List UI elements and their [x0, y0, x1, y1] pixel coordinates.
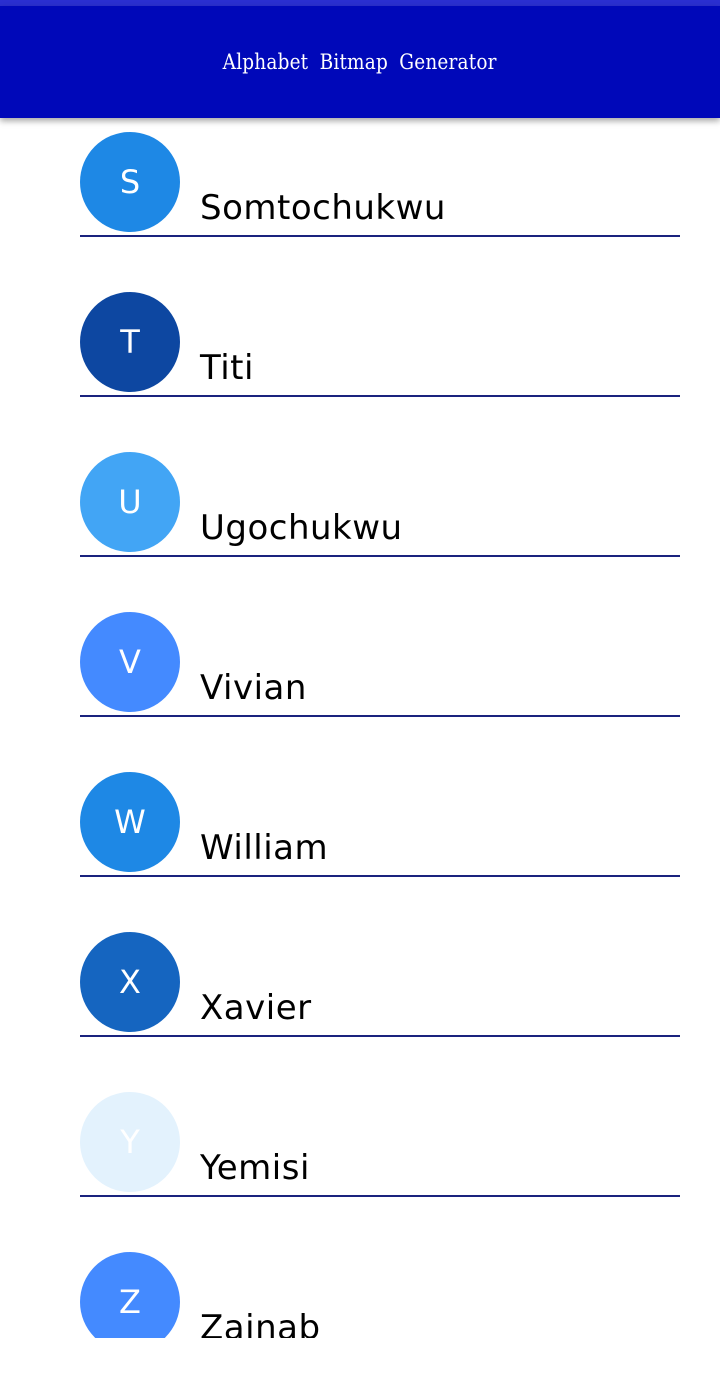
list-item[interactable]: U Ugochukwu — [80, 445, 680, 557]
letter-avatar: Z — [80, 1252, 180, 1338]
contact-name: Zainab — [200, 1308, 321, 1338]
letter-avatar: S — [80, 132, 180, 232]
letter-avatar: V — [80, 612, 180, 712]
letter-avatar: T — [80, 292, 180, 392]
contact-name: William — [200, 828, 329, 868]
letter-avatar: Y — [80, 1092, 180, 1192]
contact-name: Somtochukwu — [200, 188, 446, 228]
list-item[interactable]: V Vivian — [80, 605, 680, 717]
contact-name: Xavier — [200, 988, 312, 1028]
app-title: Alphabet Bitmap Generator — [223, 50, 497, 74]
contact-name: Yemisi — [200, 1148, 310, 1188]
letter-avatar: U — [80, 452, 180, 552]
letter-avatar: X — [80, 932, 180, 1032]
letter-avatar: W — [80, 772, 180, 872]
contact-name: Titi — [200, 348, 254, 388]
contact-list[interactable]: S Somtochukwu T Titi U Ugochukwu V Vivia… — [0, 118, 720, 1338]
list-item[interactable]: Z Zainab — [80, 1245, 680, 1338]
contact-name: Vivian — [200, 668, 307, 708]
app-bar: Alphabet Bitmap Generator — [0, 6, 720, 118]
bottom-blank-area — [0, 1338, 720, 1398]
list-item[interactable]: S Somtochukwu — [80, 125, 680, 237]
list-item[interactable]: T Titi — [80, 285, 680, 397]
list-item[interactable]: W William — [80, 765, 680, 877]
contact-name: Ugochukwu — [200, 508, 403, 548]
list-item[interactable]: X Xavier — [80, 925, 680, 1037]
list-item[interactable]: Y Yemisi — [80, 1085, 680, 1197]
